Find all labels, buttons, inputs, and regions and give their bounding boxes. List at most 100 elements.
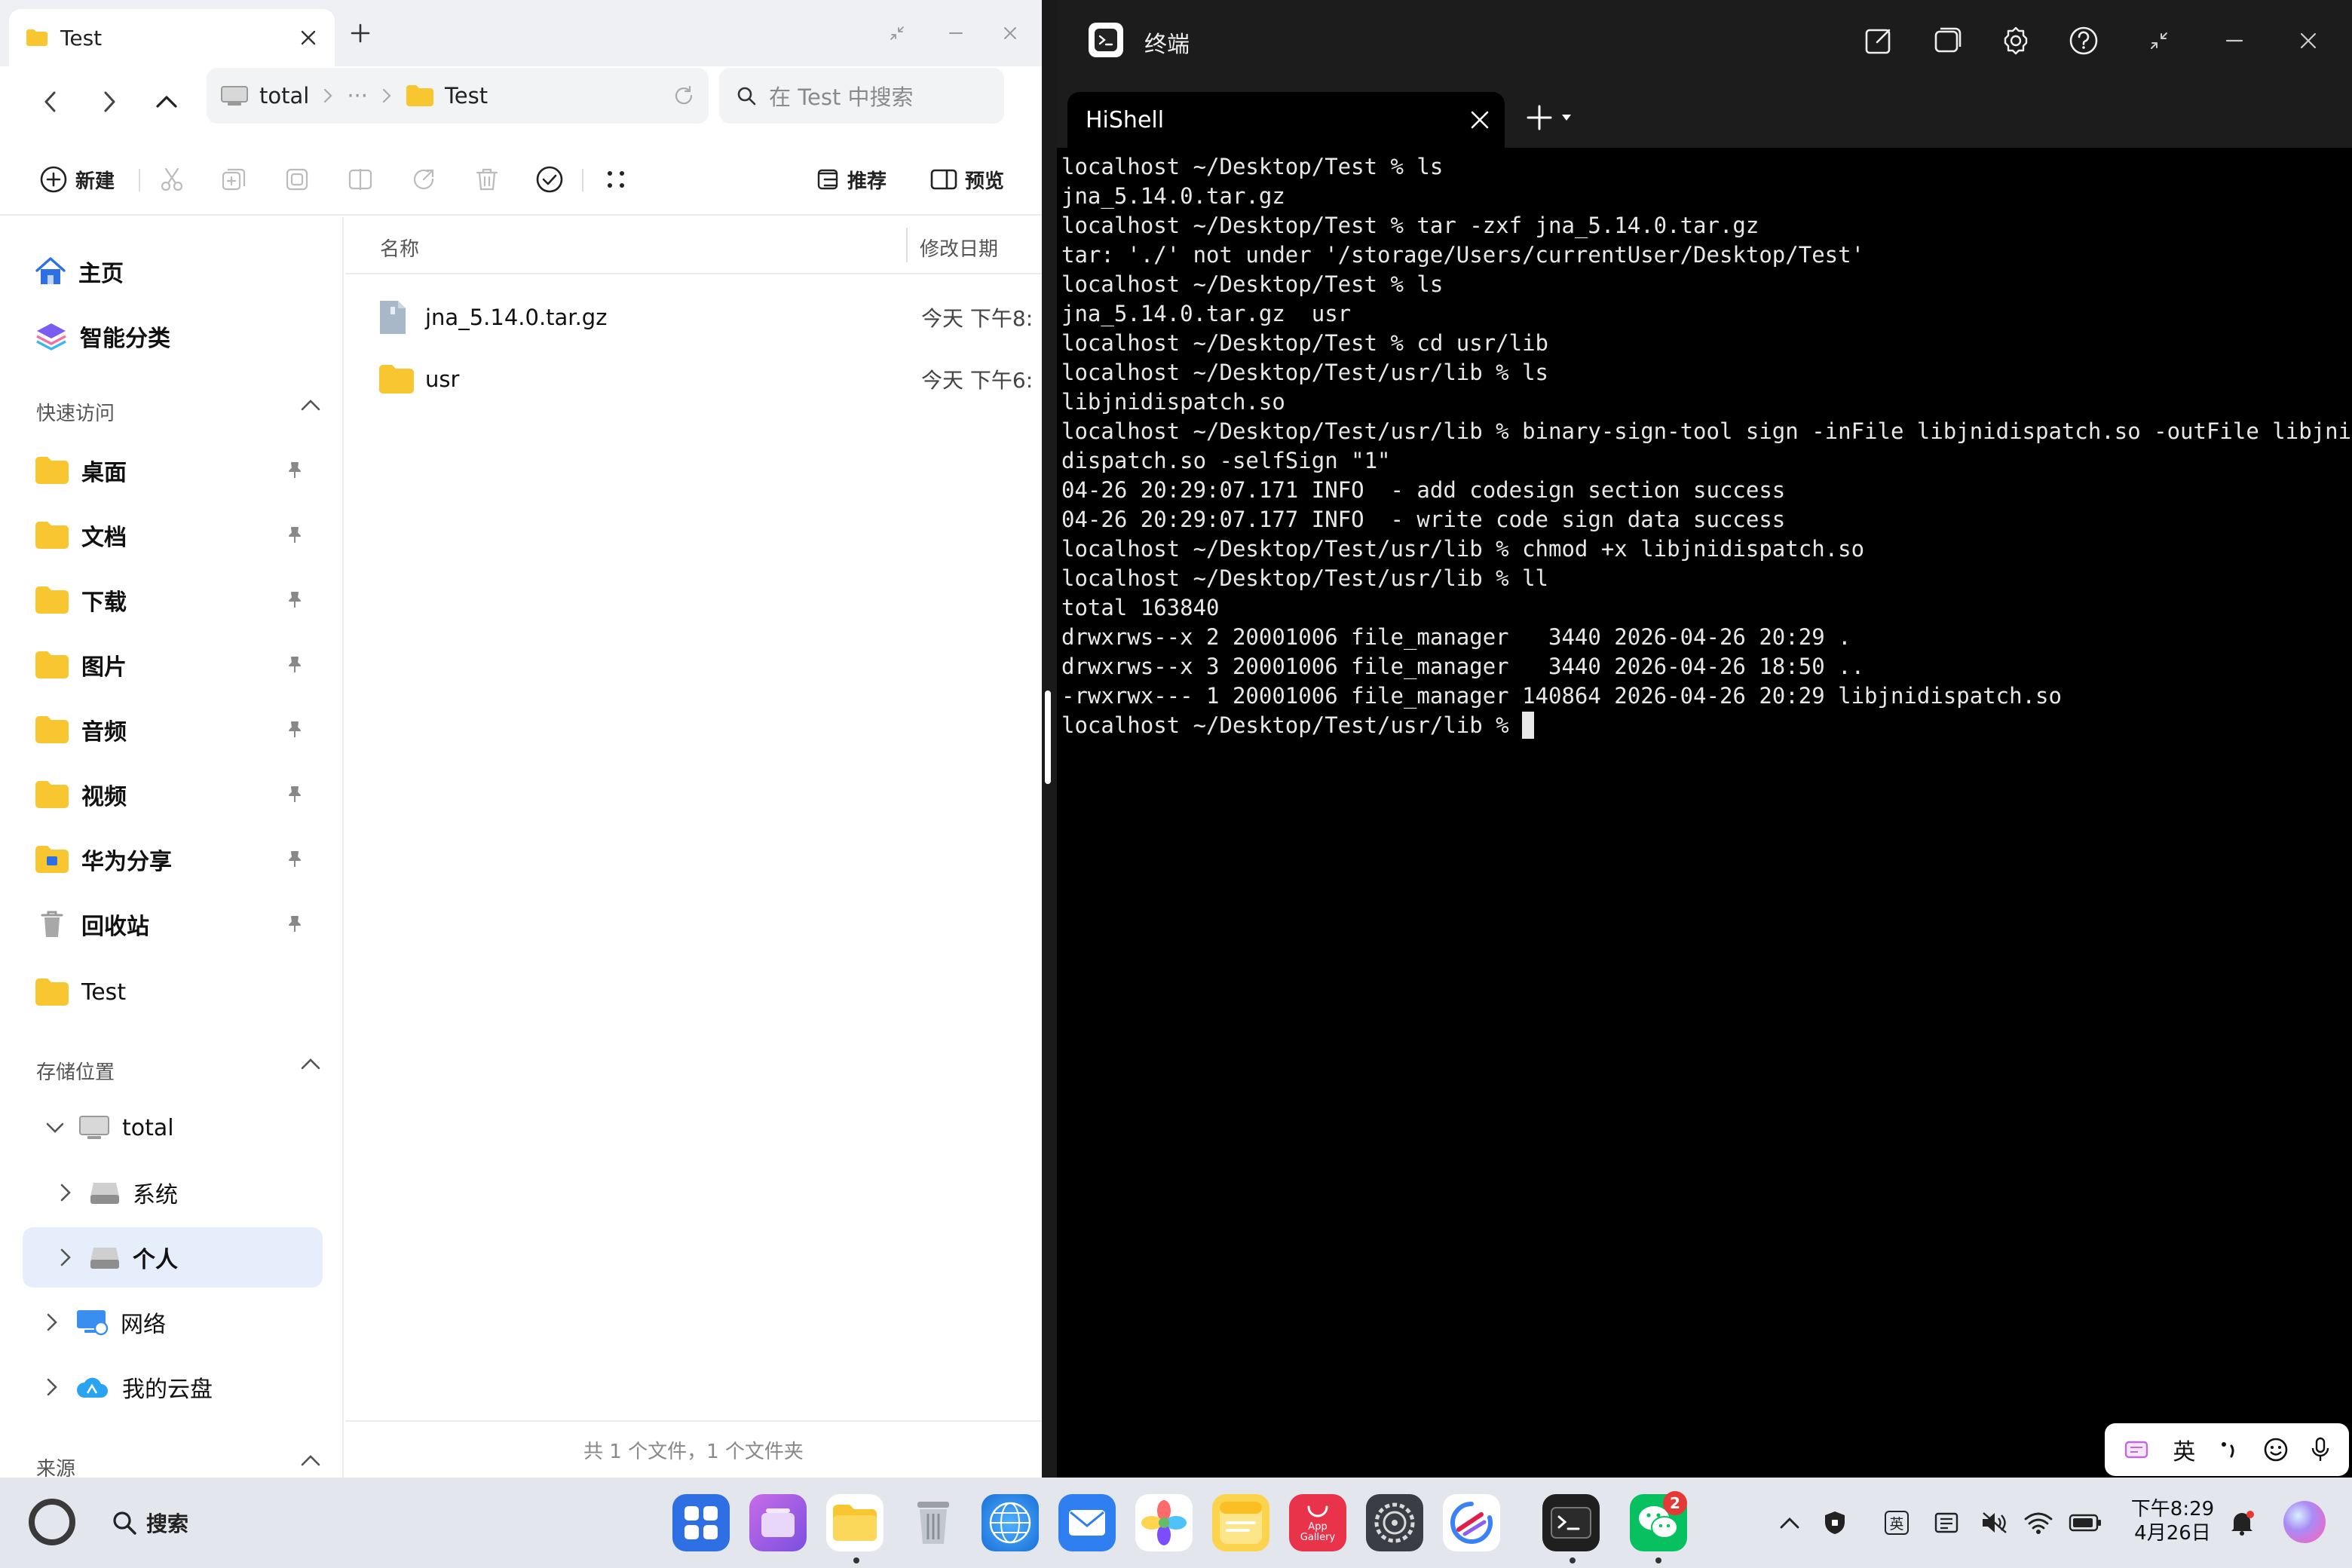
recycle-bin-app-icon[interactable] <box>905 1494 962 1551</box>
pin-icon[interactable] <box>286 461 303 479</box>
security-shield-icon[interactable] <box>1818 1506 1851 1539</box>
select-check-icon[interactable] <box>535 160 564 199</box>
recommend-button[interactable]: 推荐 <box>816 160 887 199</box>
sidebar-item-desktop[interactable]: 桌面 <box>23 440 323 501</box>
pin-icon[interactable] <box>286 526 303 544</box>
delete-icon[interactable] <box>473 160 501 199</box>
notification-bell-icon[interactable] <box>2225 1506 2259 1539</box>
file-row[interactable]: jna_5.14.0.tar.gz 今天 下午8: <box>345 286 1042 348</box>
forward-arrow-icon[interactable] <box>89 81 130 122</box>
chevron-up-icon[interactable] <box>300 1057 321 1070</box>
wifi-icon[interactable] <box>2022 1506 2055 1539</box>
sidebar-item-pictures[interactable]: 图片 <box>23 635 323 695</box>
sidebar-item-cloud[interactable]: 我的云盘 <box>33 1357 323 1417</box>
sidebar-item-huawei-share[interactable]: 华为分享 <box>23 829 323 890</box>
taskbar-clock[interactable]: 下午8:29 4月26日 <box>2130 1497 2215 1545</box>
help-icon[interactable] <box>2064 21 2103 60</box>
address-bar[interactable]: total ··· Test <box>207 68 709 124</box>
sidebar-item-video[interactable]: 视频 <box>23 764 323 825</box>
mail-app-icon[interactable] <box>1058 1494 1116 1551</box>
restore-window-icon[interactable] <box>2139 21 2179 60</box>
chevron-down-icon[interactable] <box>45 1121 65 1135</box>
sidebar-item-total[interactable]: total <box>33 1098 323 1158</box>
pin-icon[interactable] <box>286 915 303 933</box>
pin-icon[interactable] <box>286 591 303 609</box>
sidebar-item-smart[interactable]: 智能分类 <box>23 306 323 366</box>
chevron-right-icon[interactable] <box>45 1377 59 1397</box>
minimize-window-icon[interactable] <box>2215 21 2254 60</box>
terminal-output[interactable]: localhost ~/Desktop/Test % ls jna_5.14.0.… <box>1061 152 2351 1434</box>
close-tab-icon[interactable] <box>1470 110 1490 130</box>
sidebar-item-documents[interactable]: 文档 <box>23 505 323 565</box>
chevron-right-icon[interactable] <box>59 1248 72 1267</box>
sidebar-item-personal[interactable]: 个人 <box>23 1227 323 1288</box>
assistant-orb-icon[interactable] <box>2280 1497 2329 1547</box>
up-arrow-icon[interactable] <box>146 81 187 122</box>
chevron-right-icon[interactable] <box>45 1312 59 1332</box>
search-input[interactable]: 在 Test 中搜索 <box>719 68 1004 124</box>
sidebar-item-audio[interactable]: 音频 <box>23 700 323 760</box>
close-tab-icon[interactable] <box>296 25 321 51</box>
sidebar-item-system[interactable]: 系统 <box>47 1162 323 1223</box>
settings-app-icon[interactable] <box>1366 1494 1423 1551</box>
taskbar-search-button[interactable]: 搜索 <box>112 1508 188 1538</box>
cut-icon[interactable] <box>158 160 185 199</box>
window-copy-icon[interactable] <box>1928 21 1968 60</box>
restore-window-icon[interactable] <box>880 17 914 50</box>
copy-icon[interactable] <box>220 160 247 199</box>
volume-muted-icon[interactable] <box>1978 1506 2011 1539</box>
ime-language[interactable]: 英 <box>2173 1433 2195 1466</box>
split-drag-handle[interactable] <box>1045 691 1051 784</box>
back-arrow-icon[interactable] <box>30 81 71 122</box>
sidebar-item-home[interactable]: 主页 <box>23 241 323 302</box>
sidebar-item-network[interactable]: 网络 <box>33 1292 323 1352</box>
close-window-icon[interactable] <box>994 17 1027 50</box>
pin-icon[interactable] <box>286 721 303 739</box>
close-window-icon[interactable] <box>2289 21 2328 60</box>
ime-keyboard-icon[interactable] <box>2124 1438 2151 1462</box>
gallery-app-icon[interactable] <box>1135 1494 1193 1551</box>
browser-app-icon[interactable] <box>982 1494 1039 1551</box>
fm-tab-test[interactable]: Test <box>9 9 335 66</box>
new-button[interactable]: 新建 <box>39 160 115 199</box>
minimize-window-icon[interactable] <box>939 17 972 50</box>
terminal-prompt-line[interactable]: localhost ~/Desktop/Test/usr/lib % <box>1061 711 2343 740</box>
file-manager-app-icon[interactable] <box>826 1494 884 1551</box>
microphone-icon[interactable] <box>2311 1437 2330 1462</box>
devecostudio-app-icon[interactable] <box>1443 1494 1500 1551</box>
app-gallery-icon[interactable]: App Gallery <box>1289 1494 1346 1551</box>
multitask-app-icon[interactable] <box>749 1494 807 1551</box>
clipboard-icon[interactable] <box>1930 1506 1963 1539</box>
chevron-up-icon[interactable] <box>300 398 321 412</box>
notes-app-icon[interactable] <box>1212 1494 1269 1551</box>
pin-icon[interactable] <box>286 786 303 804</box>
paste-icon[interactable] <box>283 160 311 199</box>
column-header-name[interactable]: 名称 <box>380 234 419 262</box>
file-row[interactable]: usr 今天 下午6: <box>345 348 1042 410</box>
column-resize-handle[interactable] <box>906 228 908 262</box>
emoji-icon[interactable] <box>2263 1437 2289 1462</box>
terminal-tab-hishell[interactable]: HiShell <box>1067 92 1505 148</box>
breadcrumb-test[interactable]: Test <box>445 83 672 109</box>
more-dots-icon[interactable] <box>605 160 627 199</box>
refresh-icon[interactable] <box>672 84 695 107</box>
input-language-indicator[interactable]: 英 <box>1880 1506 1913 1539</box>
column-header-modified[interactable]: 修改日期 <box>920 234 998 262</box>
chevron-up-icon[interactable] <box>300 1453 321 1467</box>
edit-icon[interactable] <box>1859 21 1898 60</box>
terminal-app-icon[interactable] <box>1542 1494 1600 1551</box>
sidebar-item-test[interactable]: Test <box>23 962 323 1022</box>
settings-gear-icon[interactable] <box>1996 21 2035 60</box>
start-button[interactable] <box>29 1499 75 1545</box>
share-icon[interactable] <box>410 160 437 199</box>
punctuation-icon[interactable] <box>2218 1438 2240 1461</box>
breadcrumb-ellipsis[interactable]: ··· <box>347 83 368 109</box>
tray-expand-chevron-icon[interactable] <box>1773 1506 1806 1539</box>
new-tab-plus-icon[interactable] <box>345 18 375 48</box>
sidebar-item-recycle-bin[interactable]: 回收站 <box>23 894 323 954</box>
pin-icon[interactable] <box>286 656 303 674</box>
rename-icon[interactable] <box>347 160 374 199</box>
breadcrumb-total[interactable]: total <box>259 83 309 109</box>
battery-icon[interactable] <box>2069 1506 2102 1539</box>
preview-button[interactable]: 预览 <box>930 160 1004 199</box>
